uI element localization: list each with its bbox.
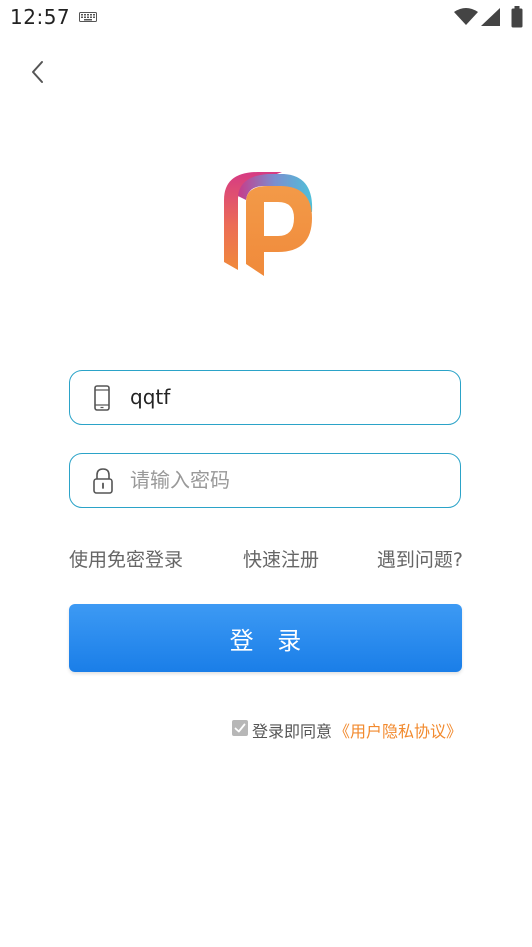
signal-icon <box>481 8 500 26</box>
back-arrow-icon <box>32 61 43 83</box>
quick-register-link[interactable]: 快速注册 <box>243 545 319 572</box>
app-logo <box>224 172 313 276</box>
privacy-policy-link[interactable]: 《用户隐私协议》 <box>334 718 462 742</box>
help-link[interactable]: 遇到问题? <box>377 545 463 572</box>
agree-checkbox[interactable] <box>232 720 248 736</box>
check-icon <box>234 723 246 733</box>
phone-field[interactable] <box>69 370 461 425</box>
wifi-icon <box>454 8 478 25</box>
agree-text: 登录即同意 <box>252 722 333 741</box>
back-button[interactable] <box>22 54 58 90</box>
phone-icon <box>94 385 110 411</box>
password-input[interactable] <box>130 454 450 506</box>
lock-icon <box>93 468 113 494</box>
status-time: 12:57 <box>10 5 71 29</box>
login-button[interactable]: 登 录 <box>69 604 462 672</box>
battery-icon <box>511 6 523 28</box>
keyboard-icon <box>79 12 97 22</box>
status-bar: 12:57 <box>0 0 532 36</box>
password-field[interactable] <box>69 453 461 508</box>
passwordless-login-link[interactable]: 使用免密登录 <box>69 545 183 572</box>
phone-input[interactable] <box>130 371 450 423</box>
